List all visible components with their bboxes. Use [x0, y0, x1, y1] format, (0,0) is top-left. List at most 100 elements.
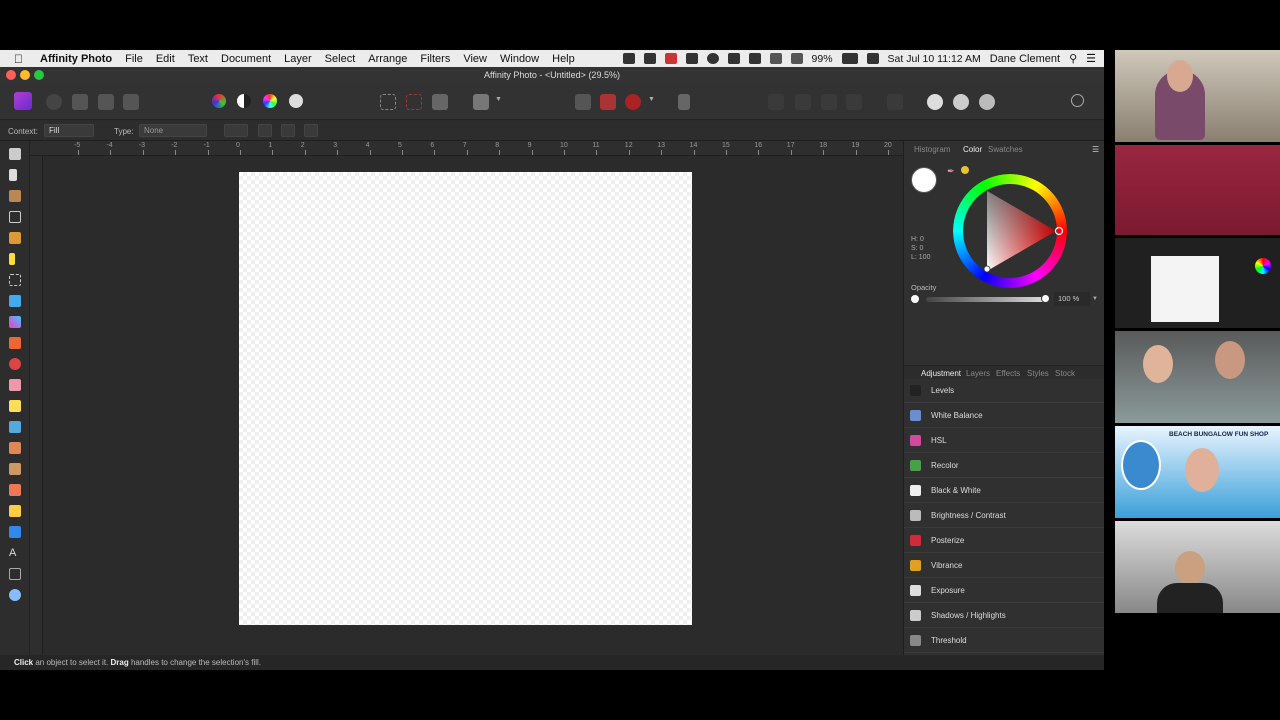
adjustment-item[interactable]: Shadows / Highlights: [904, 603, 1104, 628]
apple-icon[interactable]: : [14, 52, 28, 66]
liquify-persona-icon[interactable]: [46, 94, 62, 110]
document-canvas[interactable]: [239, 172, 692, 625]
menu-text[interactable]: Text: [188, 53, 208, 65]
adjustment-item[interactable]: Posterize: [904, 528, 1104, 553]
menu-arrange[interactable]: Arrange: [368, 53, 407, 65]
sync-icon[interactable]: [685, 53, 698, 64]
paint-brush-tool-icon[interactable]: [9, 337, 21, 349]
adjustment-item[interactable]: Threshold: [904, 628, 1104, 653]
context-select[interactable]: Fill: [44, 124, 94, 137]
color-replacement-tool-icon[interactable]: [9, 358, 21, 370]
canvas-area[interactable]: [43, 156, 903, 655]
color-picker-tool-icon[interactable]: [9, 190, 21, 202]
flood-select-tool-icon[interactable]: [9, 253, 15, 265]
arrange-backward-icon[interactable]: [795, 94, 811, 110]
reverse-fill-icon[interactable]: [258, 124, 272, 137]
menu-layer[interactable]: Layer: [284, 53, 312, 65]
chevron-down-icon[interactable]: ▼: [1092, 296, 1098, 302]
invert-selection-icon[interactable]: [432, 94, 448, 110]
adjustment-item[interactable]: Vibrance: [904, 553, 1104, 578]
close-window-button[interactable]: [6, 70, 16, 80]
control-center-icon[interactable]: ☰: [1086, 52, 1096, 65]
view-tool-icon[interactable]: [9, 148, 21, 160]
rectangle-tool-icon[interactable]: [9, 526, 21, 538]
cloud-icon[interactable]: [748, 53, 761, 64]
adjustment-item[interactable]: Exposure: [904, 578, 1104, 603]
dropbox-icon[interactable]: [643, 53, 656, 64]
text-tool-icon[interactable]: A: [9, 547, 21, 559]
develop-persona-icon[interactable]: [72, 94, 88, 110]
menu-datetime[interactable]: Sat Jul 10 11:12 AM: [888, 53, 981, 65]
menu-document[interactable]: Document: [221, 53, 271, 65]
adjustment-item[interactable]: Black & White: [904, 478, 1104, 503]
blemish-removal-tool-icon[interactable]: [9, 442, 21, 454]
menu-file[interactable]: File: [125, 53, 143, 65]
quick-mask-icon[interactable]: [473, 94, 489, 110]
mesh-warp-tool-icon[interactable]: [9, 568, 21, 580]
hsl-color-wheel[interactable]: [953, 174, 1067, 288]
trash-icon[interactable]: [678, 94, 690, 110]
tone-mapping-persona-icon[interactable]: [98, 94, 114, 110]
arrange-front-icon[interactable]: [846, 94, 862, 110]
deselect-icon[interactable]: [406, 94, 422, 110]
fill-color-well[interactable]: [224, 124, 248, 137]
move-tool-icon[interactable]: [9, 169, 17, 181]
fill-options-icon[interactable]: [304, 124, 318, 137]
opacity-slider[interactable]: [926, 297, 1046, 302]
snapping-magnet-icon[interactable]: [625, 94, 641, 110]
snapping-icon[interactable]: [575, 94, 591, 110]
red-eye-tool-icon[interactable]: [9, 484, 21, 496]
rotate-fill-icon[interactable]: [281, 124, 295, 137]
wifi-icon[interactable]: [769, 53, 782, 64]
auto-contrast-icon[interactable]: [237, 94, 251, 108]
opacity-input[interactable]: 100 %: [1054, 292, 1090, 306]
smudge-brush-tool-icon[interactable]: [9, 463, 21, 475]
auto-white-balance-icon[interactable]: [289, 94, 303, 108]
tab-layers[interactable]: Layers: [966, 369, 990, 378]
marquee-tool-icon[interactable]: [9, 274, 21, 286]
boolean-add-icon[interactable]: [927, 94, 943, 110]
assistant-icon[interactable]: [600, 94, 616, 110]
adjustment-item[interactable]: Levels: [904, 378, 1104, 403]
crop-tool-icon[interactable]: [9, 211, 21, 223]
export-persona-icon[interactable]: [123, 94, 139, 110]
fill-color-swatch[interactable]: [911, 167, 937, 193]
tab-stock[interactable]: Stock: [1055, 369, 1075, 378]
clone-brush-tool-icon[interactable]: [9, 421, 21, 433]
zoom-tool-icon[interactable]: [9, 589, 21, 601]
flood-fill-tool-icon[interactable]: [9, 295, 21, 307]
tab-histogram[interactable]: Histogram: [914, 145, 950, 154]
minimize-window-button[interactable]: [20, 70, 30, 80]
dodge-brush-tool-icon[interactable]: [9, 400, 21, 412]
adjustment-item[interactable]: Brightness / Contrast: [904, 503, 1104, 528]
alert-icon[interactable]: [727, 53, 740, 64]
arrange-back-icon[interactable]: [768, 94, 784, 110]
spotlight-search-icon[interactable]: ⚲: [1069, 52, 1077, 65]
panel-menu-icon[interactable]: ☰: [1092, 145, 1099, 154]
pen-tool-icon[interactable]: [9, 505, 21, 517]
align-icon[interactable]: [887, 94, 903, 110]
chevron-down-icon[interactable]: ▼: [648, 96, 655, 112]
tab-swatches[interactable]: Swatches: [988, 145, 1023, 154]
menu-view[interactable]: View: [463, 53, 487, 65]
menu-user[interactable]: Dane Clement: [990, 53, 1060, 65]
menu-filters[interactable]: Filters: [420, 53, 450, 65]
pm-icon[interactable]: [622, 53, 635, 64]
selection-brush-tool-icon[interactable]: [9, 232, 21, 244]
adjustment-item[interactable]: HSL: [904, 428, 1104, 453]
menu-edit[interactable]: Edit: [156, 53, 175, 65]
account-icon[interactable]: [1071, 94, 1084, 107]
chevron-down-icon[interactable]: ▼: [495, 96, 502, 112]
menu-window[interactable]: Window: [500, 53, 539, 65]
auto-colors-icon[interactable]: [263, 94, 277, 108]
auto-levels-icon[interactable]: [212, 94, 226, 108]
menu-select[interactable]: Select: [325, 53, 356, 65]
tab-effects[interactable]: Effects: [996, 369, 1020, 378]
tab-styles[interactable]: Styles: [1027, 369, 1049, 378]
arrange-forward-icon[interactable]: [821, 94, 837, 110]
screen-icon[interactable]: [866, 53, 879, 64]
tab-color[interactable]: Color: [963, 145, 982, 154]
battery-icon[interactable]: [841, 53, 858, 64]
creative-cloud-icon[interactable]: [664, 53, 677, 64]
opera-icon[interactable]: [706, 53, 719, 64]
